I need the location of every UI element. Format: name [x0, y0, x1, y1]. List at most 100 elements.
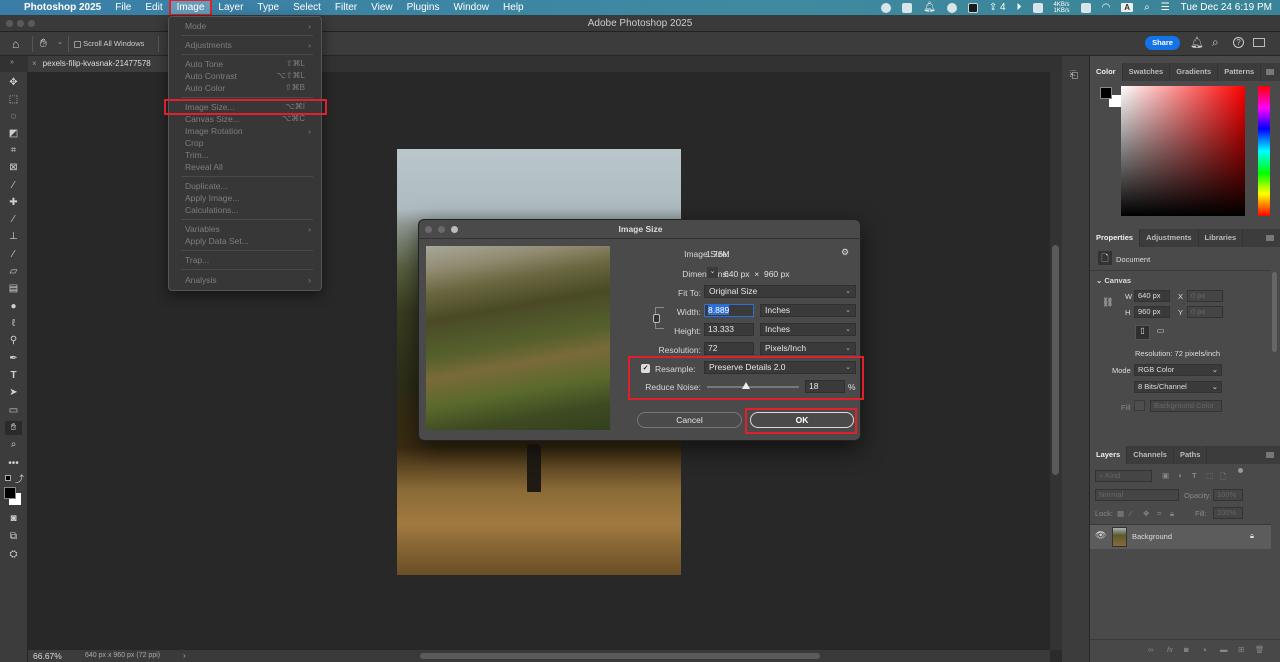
filter-toggle[interactable] — [1238, 468, 1243, 473]
menu-item-mode[interactable]: Mode › — [185, 20, 311, 32]
move-tool-icon[interactable]: ✥ — [5, 76, 22, 90]
wifi-icon[interactable]: ◠ — [1102, 2, 1111, 13]
blend-mode-select[interactable]: Normal — [1095, 489, 1179, 501]
tab-color[interactable]: Color — [1090, 63, 1123, 81]
height-input[interactable]: 13.333 — [704, 323, 754, 336]
menu-item-adjustments[interactable]: Adjustments › — [185, 39, 311, 51]
app-menu[interactable]: Photoshop 2025 — [16, 0, 108, 15]
object-selection-tool-icon[interactable]: ◩ — [5, 127, 22, 141]
canvas-height-input[interactable]: 960 px — [1134, 306, 1170, 318]
link-dimensions-icon[interactable]: ⛓ — [1102, 297, 1113, 308]
close-window-button[interactable] — [6, 20, 13, 27]
lasso-tool-icon[interactable]: ◌ — [5, 110, 22, 124]
canvas-y-input[interactable]: 0 px — [1187, 306, 1223, 318]
layer-kind-filter[interactable]: ⌕ Kind — [1095, 470, 1152, 482]
doc-info-chevron-icon[interactable]: › — [183, 650, 186, 662]
width-unit-select[interactable]: Inches ⌄ — [760, 304, 856, 317]
menu-window[interactable]: Window — [446, 0, 496, 15]
tab-properties[interactable]: Properties — [1090, 229, 1141, 247]
workspace-icon[interactable] — [1253, 38, 1265, 47]
menu-item-apply-image[interactable]: Apply Image... — [185, 192, 311, 204]
healing-brush-tool-icon[interactable]: ✚ — [5, 196, 22, 210]
canvas-section-toggle[interactable]: ⌄ Canvas — [1096, 276, 1131, 285]
image-preview[interactable] — [426, 246, 610, 430]
menu-select[interactable]: Select — [286, 0, 328, 15]
fill-swatch[interactable] — [1134, 400, 1145, 411]
menu-item-apply-data-set[interactable]: Apply Data Set... — [185, 235, 311, 247]
swap-colors-icon[interactable]: ⤴ — [15, 472, 24, 485]
help-icon[interactable]: ? — [1233, 37, 1244, 48]
canvas-width-input[interactable]: 640 px — [1134, 290, 1170, 302]
filter-adjustment-icon[interactable]: ◑ — [1177, 471, 1182, 480]
default-colors-icon[interactable] — [5, 475, 11, 481]
history-brush-tool-icon[interactable]: ⁄ — [5, 248, 22, 262]
rectangle-tool-icon[interactable]: ▭ — [5, 404, 22, 418]
eraser-tool-icon[interactable]: ▱ — [5, 265, 22, 279]
screen-mode-icon[interactable]: ⧉ — [5, 530, 22, 544]
menu-item-variables[interactable]: Variables › — [185, 223, 311, 235]
menu-item-trim[interactable]: Trim... — [185, 149, 311, 161]
dimensions-units-dropdown[interactable]: ⌄ — [707, 267, 718, 278]
checkbox-box[interactable] — [74, 40, 81, 48]
crop-tool-icon[interactable]: ⌗ — [5, 144, 22, 158]
path-selection-tool-icon[interactable]: ➤ — [5, 386, 22, 400]
menu-filter[interactable]: Filter — [328, 0, 364, 15]
minimize-window-button[interactable] — [17, 20, 24, 27]
height-unit-select[interactable]: Inches ⌄ — [760, 323, 856, 336]
notifications-bell-icon[interactable]: 🔔︎ — [1190, 36, 1204, 49]
filter-type-icon[interactable]: T — [1192, 471, 1197, 480]
filter-shape-icon[interactable]: ⬚ — [1206, 471, 1213, 480]
dodge-tool-icon[interactable]: ⚲ — [5, 334, 22, 348]
close-tab-icon[interactable]: × — [32, 59, 37, 68]
battery-app-icon[interactable] — [1032, 2, 1043, 13]
todo-check-icon[interactable] — [902, 2, 913, 13]
lock-all-icon[interactable]: 🔒︎ — [1170, 509, 1174, 519]
control-center-icon[interactable]: ☰ — [1161, 2, 1170, 13]
opacity-input[interactable]: 100% — [1213, 489, 1243, 501]
bit-depth-select[interactable]: 8 Bits/Channel ⌄ — [1134, 381, 1222, 393]
menu-file[interactable]: File — [108, 0, 138, 15]
menu-type[interactable]: Type — [250, 0, 286, 15]
clone-stamp-tool-icon[interactable]: ⊥ — [5, 230, 22, 244]
lock-position-icon[interactable]: ✥ — [1143, 509, 1149, 518]
input-source[interactable]: A — [1121, 3, 1134, 12]
fill-select[interactable]: Background Color — [1150, 400, 1222, 412]
hand-tool-icon[interactable]: ✋︎ — [5, 421, 22, 435]
vertical-scrollbar-thumb[interactable] — [1052, 245, 1059, 475]
search-icon[interactable]: ⌕ — [1212, 35, 1219, 50]
history-panel-icon[interactable]: ⎗ — [1070, 70, 1078, 81]
menu-image[interactable]: Image — [168, 0, 213, 16]
link-layers-icon[interactable]: ∞ — [1148, 645, 1153, 654]
dialog-minimize-button[interactable] — [438, 226, 445, 233]
scroll-all-windows-checkbox[interactable]: Scroll All Windows — [74, 39, 144, 48]
lock-artboard-icon[interactable]: ⌗ — [1157, 509, 1161, 519]
layer-lock-icon[interactable]: 🔒︎ — [1250, 531, 1254, 541]
menu-item-trap[interactable]: Trap... — [185, 254, 311, 266]
smudge-tool-icon[interactable]: ℓ — [5, 317, 22, 331]
pen-tool-icon[interactable]: ✒︎ — [5, 352, 22, 366]
tab-adjustments[interactable]: Adjustments — [1140, 229, 1199, 247]
add-mask-icon[interactable]: ◙ — [1184, 645, 1189, 654]
color-mode-select[interactable]: RGB Color ⌄ — [1134, 364, 1222, 376]
layer-style-fx-icon[interactable]: fx — [1167, 645, 1173, 654]
tab-swatches[interactable]: Swatches — [1123, 63, 1171, 81]
menu-view[interactable]: View — [364, 0, 400, 15]
width-input[interactable]: 8.889 — [704, 304, 754, 317]
fit-to-select[interactable]: Original Size ⌄ — [704, 285, 856, 298]
layer-row[interactable]: 👁︎ Background 🔒︎ — [1090, 525, 1271, 549]
menu-item-duplicate[interactable]: Duplicate... — [185, 180, 311, 192]
new-layer-icon[interactable]: ⊞ — [1238, 645, 1244, 654]
toolbar-collapse-icon[interactable]: » — [0, 56, 28, 72]
portrait-orientation-icon[interactable]: ▯ — [1135, 325, 1150, 340]
menu-layer[interactable]: Layer — [211, 0, 250, 15]
zoom-window-button[interactable] — [28, 20, 35, 27]
document-tab[interactable]: × pexels-filip-kvasnak-21477578 — [28, 56, 168, 72]
lock-transparent-icon[interactable]: ▦ — [1117, 509, 1124, 518]
hue-slider[interactable] — [1258, 86, 1270, 216]
panel-menu-icon[interactable] — [1266, 69, 1274, 75]
tab-gradients[interactable]: Gradients — [1170, 63, 1219, 81]
filter-smart-object-icon[interactable]: 🗋 — [1220, 471, 1226, 484]
resolution-input[interactable]: 72 — [704, 342, 754, 355]
grammarly-icon[interactable] — [946, 2, 957, 13]
lock-image-icon[interactable]: ⁄ — [1130, 509, 1131, 518]
